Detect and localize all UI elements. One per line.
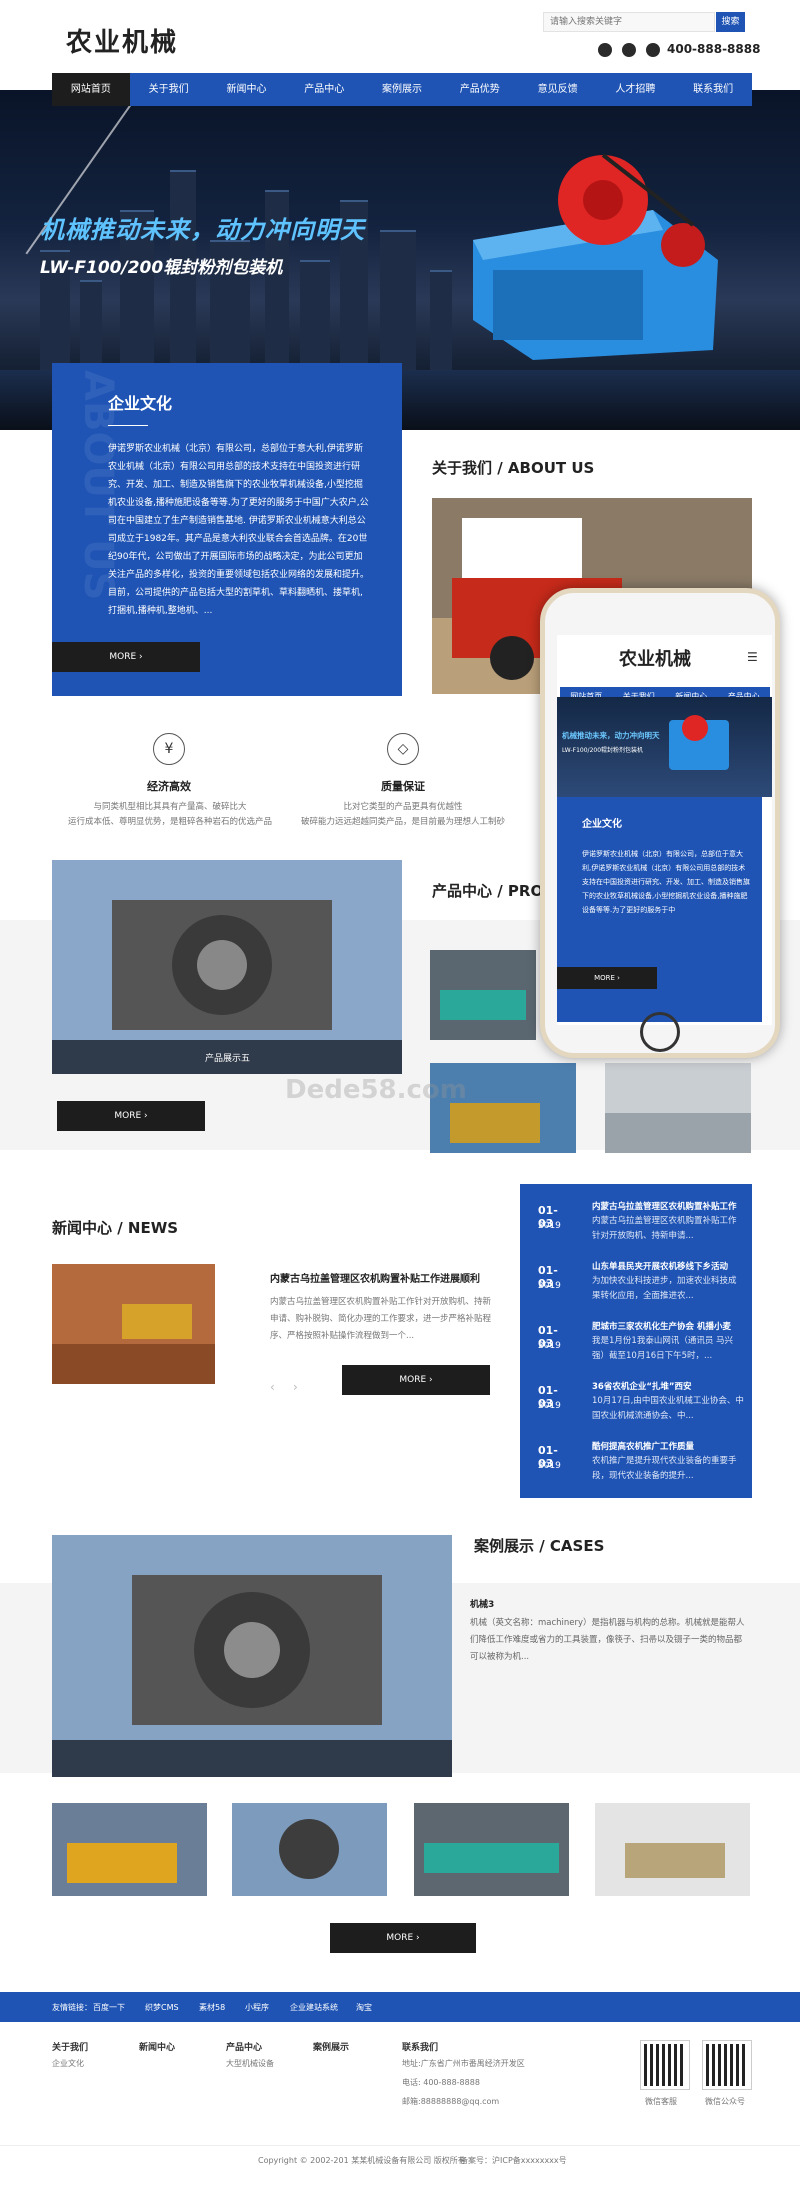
- case-item-title[interactable]: 机械3: [470, 1597, 494, 1610]
- products-more-button[interactable]: MORE ›: [57, 1101, 205, 1131]
- nav-news[interactable]: 新闻中心: [208, 73, 286, 106]
- about-title: 关于我们 / ABOUT US: [432, 459, 595, 477]
- feature-desc: 比对它类型的产品更具有优越性 破碎能力远远超越同类产品，是目前最为理想人工制砂: [300, 802, 505, 827]
- footer-address: 地址:广东省广州市番禺经济开发区: [402, 2059, 525, 2068]
- news-title: 新闻中心 / NEWS: [52, 1219, 179, 1237]
- home-button-icon: [640, 1012, 680, 1052]
- prev-arrow-icon[interactable]: ‹: [270, 1380, 275, 1394]
- divider: [108, 425, 148, 426]
- nav-jobs[interactable]: 人才招聘: [596, 73, 674, 106]
- qr-code: [640, 2040, 690, 2090]
- phone-hero-subtitle: LW-F100/200辊封粉剂包装机: [562, 747, 644, 754]
- nav-products[interactable]: 产品中心: [285, 73, 363, 106]
- phone-more-button[interactable]: MORE ›: [557, 967, 657, 989]
- nav-feedback[interactable]: 意见反馈: [519, 73, 597, 106]
- divider: [0, 2145, 800, 2146]
- next-arrow-icon[interactable]: ›: [293, 1380, 298, 1394]
- phone-culture-text: 伊诺罗斯农业机械（北京）有限公司，总部位于意大利,伊诺罗斯农业机械（北京）有限公…: [582, 850, 750, 914]
- footer-phone: 电话: 400-888-8888: [402, 2078, 480, 2087]
- case-thumb[interactable]: [595, 1803, 750, 1896]
- links-label: 友情链接：: [52, 2003, 92, 2012]
- case-thumb[interactable]: [414, 1803, 569, 1896]
- hero-subtitle: LW-F100/200辊封粉剂包装机: [40, 258, 283, 278]
- culture-title: 企业文化: [108, 394, 173, 413]
- feature-title: 质量保证: [381, 780, 425, 793]
- search-input[interactable]: [543, 12, 715, 32]
- footer-email: 邮箱:88888888@qq.com: [402, 2097, 500, 2106]
- hero-slogan: 机械推动未来，动力冲向明天: [40, 216, 365, 244]
- products-title: 产品中心 / PRO: [432, 882, 544, 900]
- link-item[interactable]: 小程序: [245, 2002, 269, 2013]
- cases-title: 案例展示 / CASES: [474, 1537, 605, 1555]
- phone-screen: 农业机械 ☰ 网站首页 关于我们 新闻中心 产品中心 机械推动未来，动力冲向明天…: [557, 635, 772, 1025]
- qr-label: 微信客服: [645, 2097, 677, 2106]
- case-thumb[interactable]: [52, 1803, 207, 1896]
- qq-icon[interactable]: [598, 43, 612, 57]
- phone-logo: 农业机械: [619, 649, 691, 670]
- main-nav: 网站首页 关于我们 新闻中心 产品中心 案例展示 产品优势 意见反馈 人才招聘 …: [52, 73, 752, 106]
- footer-link[interactable]: 大型机械设备: [226, 2056, 274, 2072]
- nav-home[interactable]: 网站首页: [52, 73, 130, 106]
- menu-icon[interactable]: ☰: [747, 650, 758, 664]
- crusher-machine-image: [473, 153, 718, 360]
- feature-title: 经济高效: [147, 780, 191, 793]
- feature-desc: 与同类机型相比其具有产量高、破碎比大 运行成本低、尊明显优势，是粗碎各种岩石的优…: [67, 802, 272, 827]
- product-caption: 产品展示五: [205, 1054, 251, 1064]
- friend-links: 友情链接： 百度一下 织梦CMS 素材58 小程序 企业建站系统 淘宝: [0, 1992, 800, 2022]
- site-logo[interactable]: 农业机械: [66, 22, 178, 59]
- wechat-icon[interactable]: [622, 43, 636, 57]
- qr-label: 微信公众号: [705, 2097, 745, 2106]
- footer-col-title[interactable]: 新闻中心: [139, 2040, 175, 2053]
- news-more-button[interactable]: MORE ›: [342, 1365, 490, 1395]
- product-image-main[interactable]: [52, 860, 402, 1074]
- product-thumb[interactable]: [605, 1063, 751, 1153]
- header-phone: 400-888-8888: [667, 42, 761, 56]
- news-feature-desc: 内蒙古乌拉盖管理区农机购置补贴工作针对开放购机、持新申请、购补脱钩、简化办理的工…: [270, 1297, 492, 1341]
- link-item[interactable]: 淘宝: [356, 2002, 372, 2013]
- icp-number[interactable]: 备案号：沪ICP备xxxxxxxx号: [460, 2153, 567, 2169]
- footer-col-title[interactable]: 关于我们: [52, 2040, 88, 2053]
- phone-icon: [646, 43, 660, 57]
- case-image-main[interactable]: [52, 1535, 452, 1777]
- money-icon: ¥: [153, 733, 185, 765]
- news-feature-title[interactable]: 内蒙古乌拉盖管理区农机购置补贴工作进展顺利: [270, 1270, 480, 1285]
- link-item[interactable]: 素材58: [199, 2002, 225, 2013]
- qr-code: [702, 2040, 752, 2090]
- footer-col-title[interactable]: 案例展示: [313, 2040, 349, 2053]
- footer-contact-title: 联系我们: [402, 2043, 439, 2053]
- phone-hero-slogan: 机械推动未来，动力冲向明天: [562, 731, 660, 740]
- footer-col-title[interactable]: 产品中心: [226, 2040, 262, 2053]
- link-item[interactable]: 企业建站系统: [290, 2002, 338, 2013]
- culture-text: 伊诺罗斯农业机械（北京）有限公司，总部位于意大利,伊诺罗斯农业机械（北京）有限公…: [108, 444, 370, 616]
- link-item[interactable]: 百度一下: [93, 2002, 125, 2013]
- product-thumb[interactable]: [430, 950, 536, 1040]
- footer-link[interactable]: 企业文化: [52, 2056, 84, 2072]
- watermark: Dede58.com: [285, 1075, 467, 1105]
- phone-machine-wheel: [682, 715, 708, 741]
- case-thumb[interactable]: [232, 1803, 387, 1896]
- link-item[interactable]: 织梦CMS: [145, 2002, 179, 2013]
- copyright: Copyright © 2002-201 某某机械设备有限公司 版权所有: [258, 2156, 466, 2165]
- nav-advantages[interactable]: 产品优势: [441, 73, 519, 106]
- phone-culture-title: 企业文化: [582, 819, 622, 830]
- news-image[interactable]: [52, 1264, 215, 1384]
- case-item-desc: 机械（英文名称：machinery）是指机器与机构的总称。机械就是能帮人们降低工…: [470, 1618, 745, 1662]
- diamond-icon: ◇: [387, 733, 419, 765]
- nav-cases[interactable]: 案例展示: [363, 73, 441, 106]
- nav-contact[interactable]: 联系我们: [674, 73, 752, 106]
- search-button[interactable]: 搜索: [716, 12, 745, 32]
- nav-about[interactable]: 关于我们: [130, 73, 208, 106]
- cases-more-button[interactable]: MORE ›: [330, 1923, 476, 1953]
- culture-more-button[interactable]: MORE ›: [52, 642, 200, 672]
